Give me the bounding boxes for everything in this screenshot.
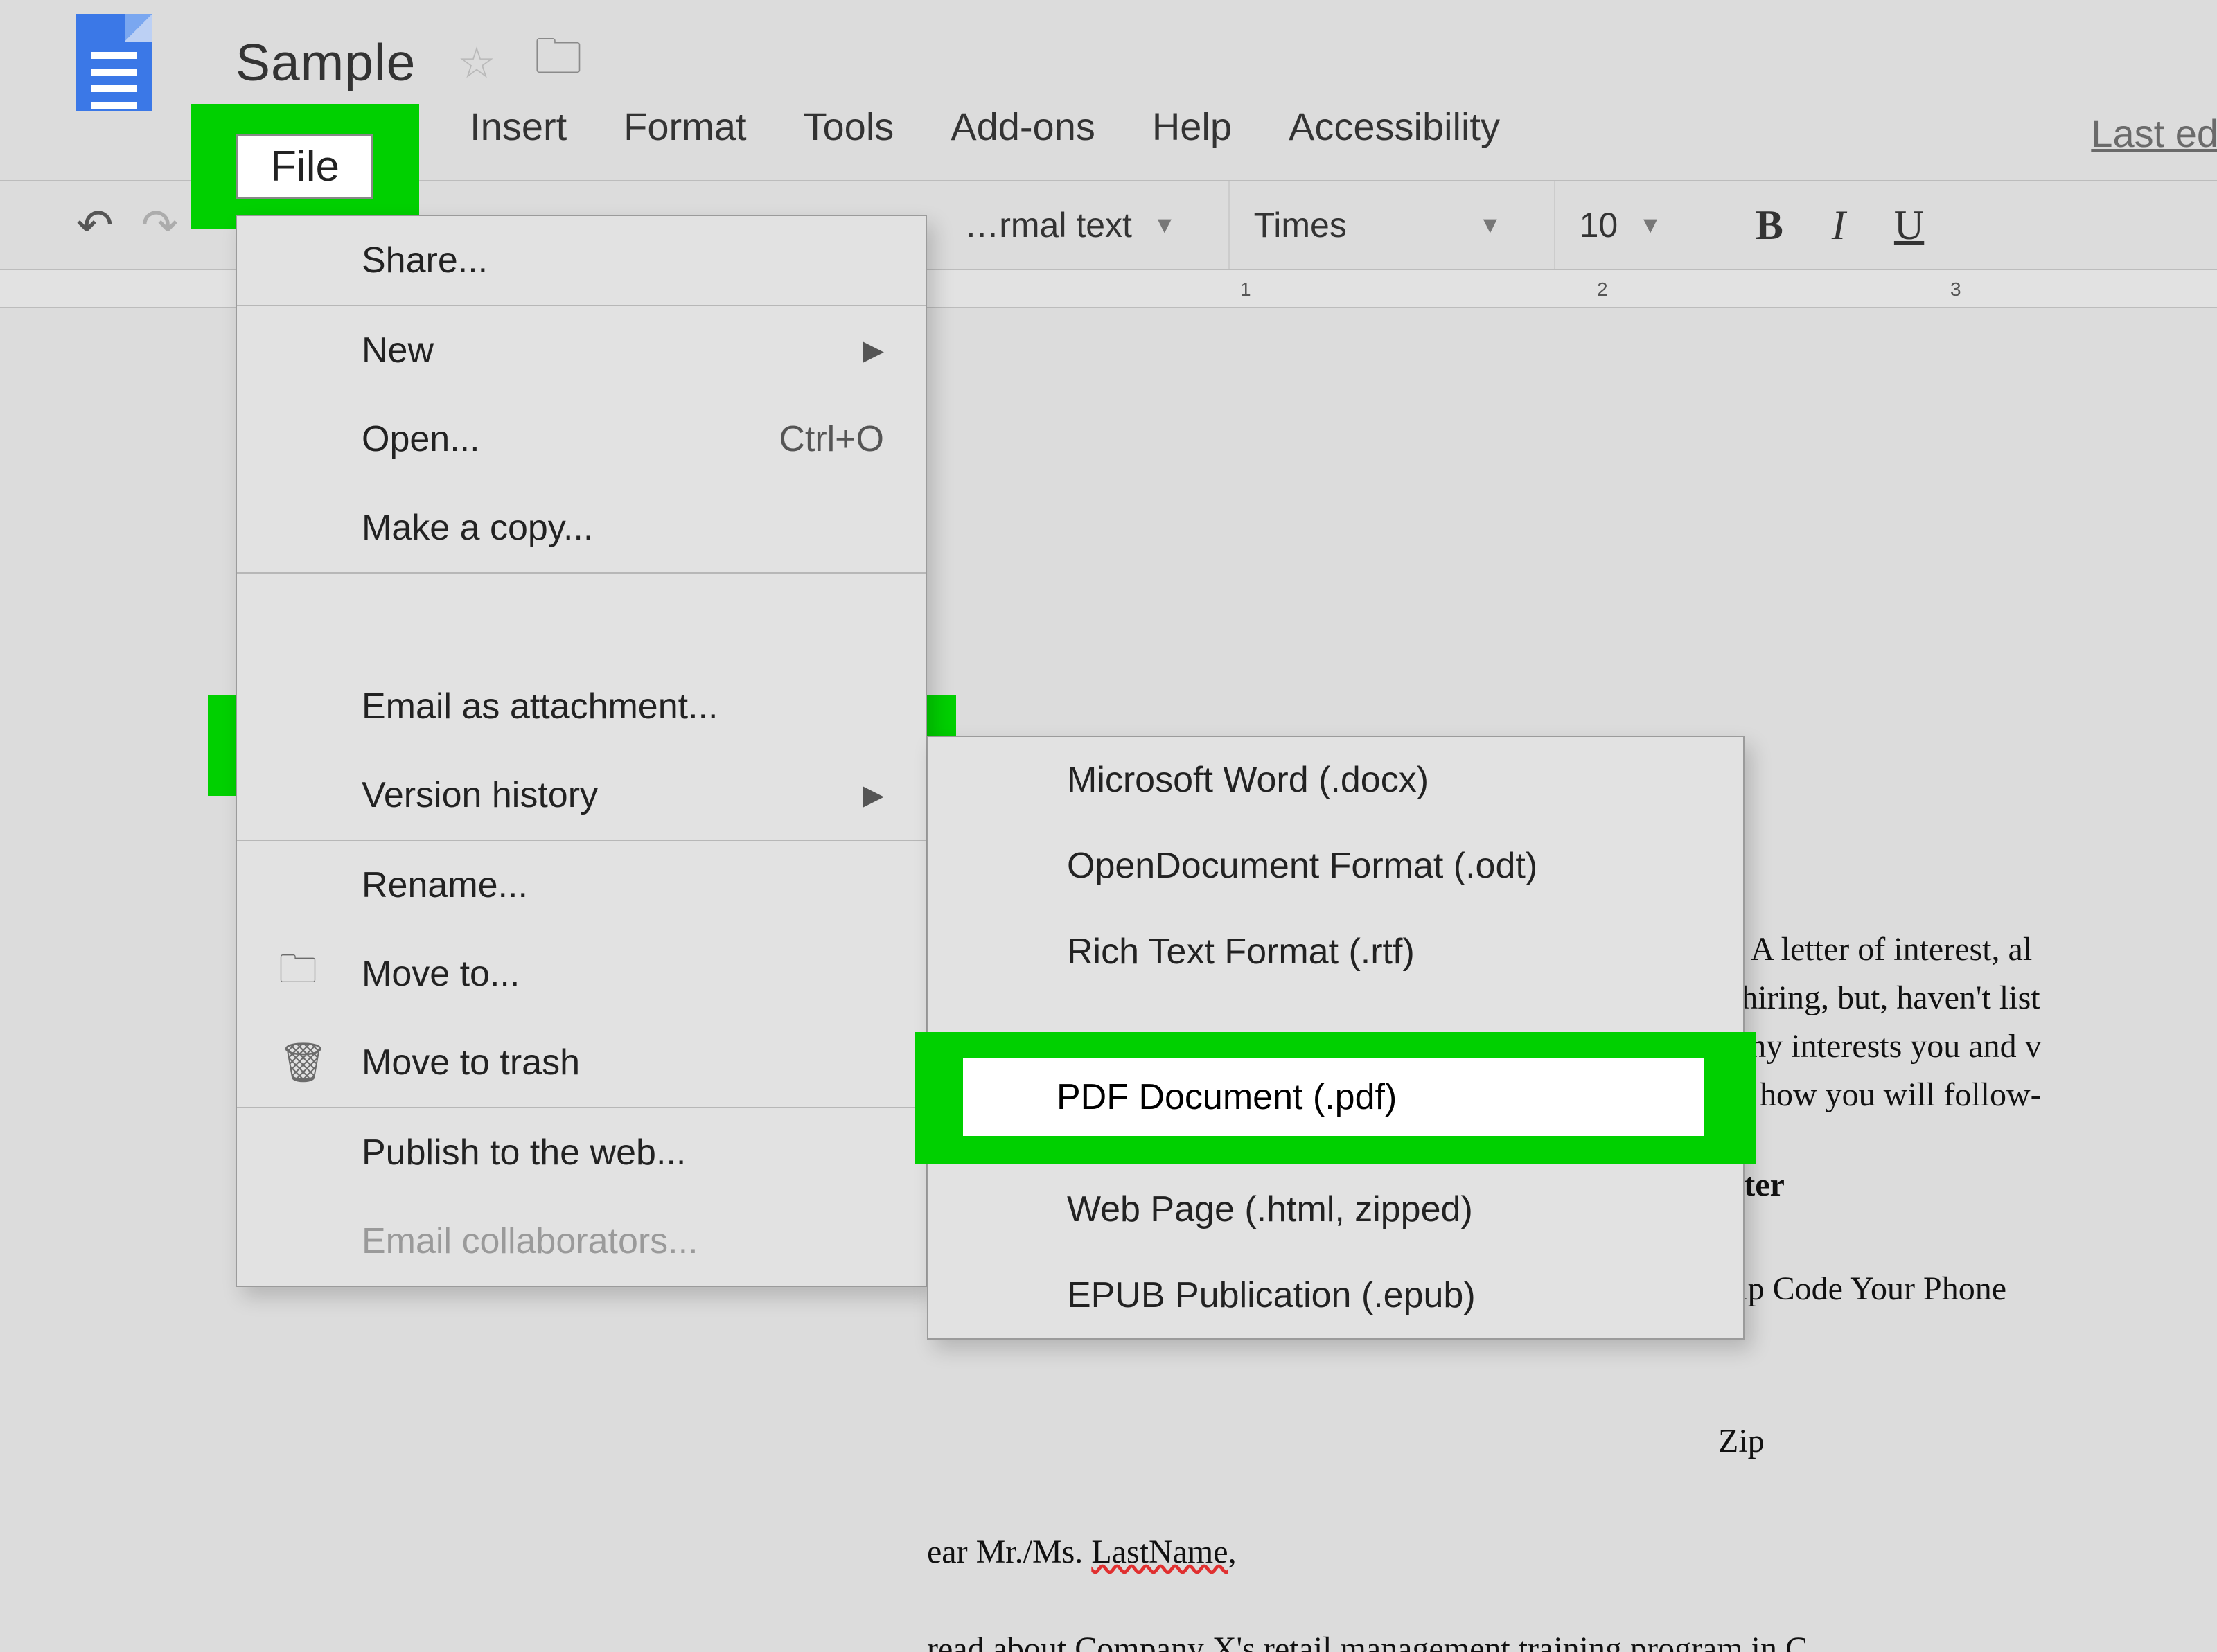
- ruler-mark-1: 1: [1240, 278, 1251, 301]
- menu-item-label: Email collaborators...: [362, 1220, 698, 1262]
- bold-button[interactable]: B: [1756, 202, 1783, 249]
- menu-item-publish-web[interactable]: Publish to the web...: [237, 1108, 926, 1197]
- menu-format[interactable]: Format: [620, 104, 750, 149]
- submenu-item-html[interactable]: Web Page (.html, zipped): [928, 1166, 1743, 1252]
- star-icon[interactable]: ☆: [457, 37, 496, 88]
- ruler-mark-2: 2: [1597, 278, 1608, 301]
- font-value: Times: [1254, 205, 1347, 245]
- menu-item-email-collaborators: Email collaborators...: [237, 1197, 926, 1286]
- menu-item-label: Share...: [362, 240, 488, 281]
- style-dropdown[interactable]: …rmal text ▼: [940, 181, 1200, 269]
- annotation-file-highlight: File: [191, 104, 419, 229]
- trash-icon: 🗑: [279, 1040, 328, 1085]
- menu-addons[interactable]: Add-ons: [947, 104, 1099, 149]
- submenu-item-label: OpenDocument Format (.odt): [1067, 846, 1537, 886]
- menu-item-make-copy[interactable]: Make a copy...: [237, 483, 926, 572]
- menu-item-new[interactable]: New ▶: [237, 306, 926, 395]
- body-text: on how you will follow-: [1718, 1070, 2042, 1120]
- menu-item-email-attachment[interactable]: Email as attachment...: [237, 662, 926, 751]
- menu-file[interactable]: File: [236, 134, 373, 199]
- italic-button[interactable]: I: [1832, 202, 1846, 249]
- submenu-arrow-icon: ▶: [863, 779, 884, 811]
- menu-item-label: Publish to the web...: [362, 1132, 686, 1173]
- menu-accessibility[interactable]: Accessibility: [1285, 104, 1503, 149]
- body-text: read about Company X's retail management…: [927, 1624, 1808, 1652]
- body-text: er A letter of interest, al: [1718, 925, 2032, 975]
- body-text: ear Mr./Ms. LastName,: [927, 1527, 1237, 1577]
- submenu-item-label: Microsoft Word (.docx): [1067, 760, 1429, 800]
- submenu-item-pdf[interactable]: PDF Document (.pdf): [963, 1058, 1704, 1136]
- submenu-item-label: EPUB Publication (.epub): [1067, 1275, 1476, 1315]
- title-row: Sample ☆ 🗀: [0, 0, 2217, 104]
- menu-item-label: Make a copy...: [362, 507, 593, 549]
- folder-icon[interactable]: 🗀: [534, 21, 583, 104]
- menu-insert[interactable]: Insert: [466, 104, 570, 149]
- menu-item-move-to-trash[interactable]: 🗑 Move to trash: [237, 1018, 926, 1107]
- fontsize-dropdown[interactable]: 10 ▼: [1554, 181, 1686, 269]
- menu-item-label: Email as attachment...: [362, 686, 718, 727]
- body-text: e hiring, but, haven't list: [1718, 973, 2040, 1023]
- menu-item-label: Move to trash: [362, 1042, 580, 1083]
- menu-item-label: Rename...: [362, 864, 528, 906]
- menu-item-label: Move to...: [362, 953, 520, 995]
- body-text: Zip: [1718, 1416, 1765, 1466]
- menu-item-version-history[interactable]: Version history ▶: [237, 751, 926, 840]
- submenu-item-docx[interactable]: Microsoft Word (.docx): [928, 737, 1743, 823]
- style-value: …rmal text: [964, 205, 1132, 245]
- annotation-pdf-highlight: PDF Document (.pdf): [915, 1032, 1756, 1164]
- document-title[interactable]: Sample: [236, 33, 416, 92]
- menu-item-label: Open...: [362, 418, 480, 460]
- google-docs-app: Sample ☆ 🗀 File Edit View Insert Format …: [0, 0, 2217, 1652]
- chevron-down-icon: ▼: [1478, 212, 1502, 239]
- undo-icon[interactable]: ↶: [76, 199, 114, 251]
- menu-item-label: New: [362, 330, 434, 371]
- menu-separator: [237, 572, 926, 574]
- submenu-item-label: PDF Document (.pdf): [1057, 1076, 1397, 1118]
- submenu-item-epub[interactable]: EPUB Publication (.epub): [928, 1252, 1743, 1338]
- submenu-arrow-icon: ▶: [863, 335, 884, 366]
- chevron-down-icon: ▼: [1639, 212, 1662, 239]
- underline-button[interactable]: U: [1894, 202, 1924, 249]
- body-text: pany interests you and v: [1718, 1022, 2042, 1072]
- fontsize-value: 10: [1580, 205, 1618, 245]
- chevron-down-icon: ▼: [1153, 212, 1176, 239]
- submenu-item-label: Web Page (.html, zipped): [1067, 1189, 1473, 1229]
- menu-item-label: Version history: [362, 774, 598, 816]
- submenu-item-odt[interactable]: OpenDocument Format (.odt): [928, 823, 1743, 909]
- font-dropdown[interactable]: Times ▼: [1228, 181, 1526, 269]
- last-edit-link[interactable]: Last edit: [2091, 111, 2217, 156]
- menu-item-move-to[interactable]: 🗀 Move to...: [237, 930, 926, 1018]
- menu-item-shortcut: Ctrl+O: [779, 418, 884, 460]
- menu-tools[interactable]: Tools: [800, 104, 898, 149]
- redo-icon[interactable]: ↷: [141, 199, 179, 251]
- folder-icon: 🗀: [279, 941, 317, 1007]
- menu-item-share[interactable]: Share...: [237, 216, 926, 305]
- file-menu-dropdown: Share... New ▶ Open... Ctrl+O Make a cop…: [236, 215, 927, 1287]
- menu-help[interactable]: Help: [1149, 104, 1235, 149]
- submenu-item-label: Rich Text Format (.rtf): [1067, 932, 1415, 972]
- docs-app-icon[interactable]: [76, 14, 152, 111]
- body-text: Zip Code Your Phone: [1718, 1264, 2006, 1314]
- menu-item-open[interactable]: Open... Ctrl+O: [237, 395, 926, 483]
- ruler-mark-3: 3: [1950, 278, 1961, 301]
- menu-item-rename[interactable]: Rename...: [237, 841, 926, 930]
- submenu-item-rtf[interactable]: Rich Text Format (.rtf): [928, 909, 1743, 995]
